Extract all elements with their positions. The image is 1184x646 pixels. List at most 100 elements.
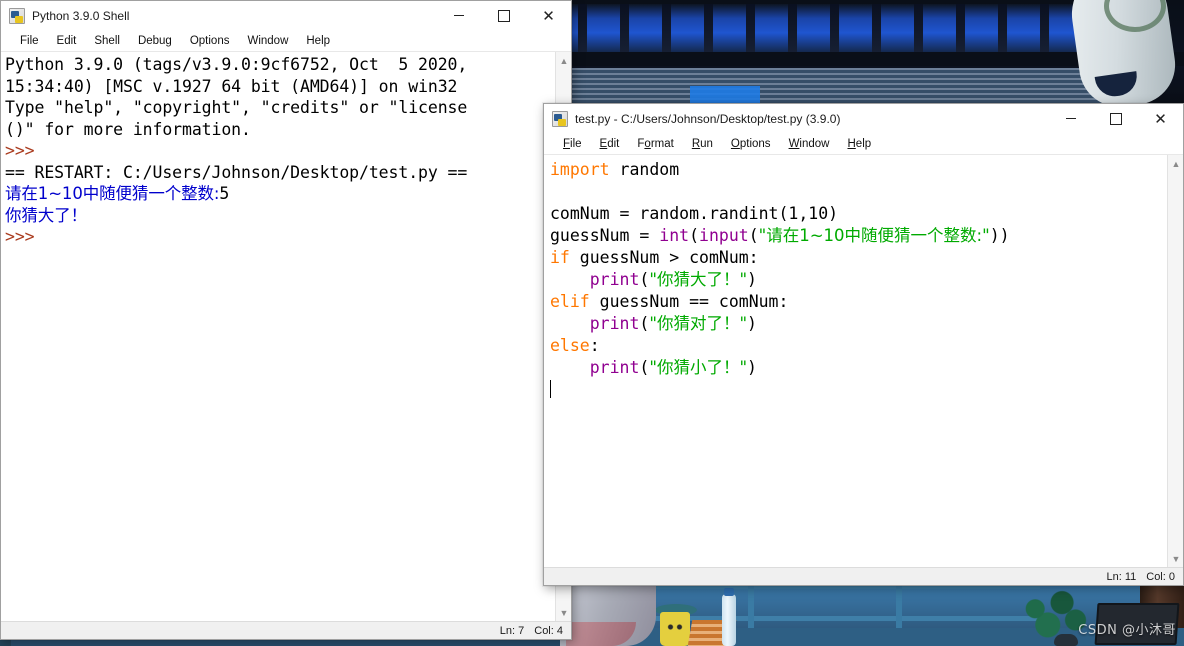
editor-titlebar[interactable]: test.py - C:/Users/Johnson/Desktop/test.… [544, 104, 1183, 134]
wallpaper-mullion [1040, 4, 1049, 52]
editor-menu-help[interactable]: Help [838, 134, 880, 154]
shell-text-segment: Type "help", "copyright", "credits" or "… [5, 98, 468, 117]
shell-text-segment: 5 [219, 184, 230, 203]
wallpaper-mullion [956, 4, 965, 52]
code-token: random [609, 160, 680, 179]
shell-status-col: Col: 4 [534, 624, 563, 637]
shell-line: Python 3.9.0 (tags/v3.9.0:9cf6752, Oct 5… [5, 54, 553, 76]
scroll-down-icon[interactable]: ▼ [556, 604, 571, 621]
code-token: ( [748, 226, 759, 245]
shell-line: >>> [5, 226, 553, 248]
shell-line: Type "help", "copyright", "credits" or "… [5, 97, 553, 119]
maximize-icon[interactable] [481, 1, 526, 31]
code-token: print [589, 314, 640, 333]
shell-menu-shell[interactable]: Shell [85, 31, 129, 51]
code-token: : [589, 336, 600, 355]
editor-window-controls: ✕ [1048, 104, 1183, 134]
wallpaper-mullion [914, 4, 923, 52]
editor-menu-format[interactable]: Format [628, 134, 682, 154]
code-token: guessNum = [550, 226, 660, 245]
shell-menubar[interactable]: File Edit Shell Debug Options Window Hel… [1, 31, 571, 51]
python-idle-icon [9, 7, 25, 24]
code-token: comNum = random.randint(1,10) [550, 204, 839, 223]
shell-menu-window[interactable]: Window [238, 31, 297, 51]
shell-text-segment: Python 3.9.0 (tags/v3.9.0:9cf6752, Oct 5… [5, 55, 468, 74]
code-token: ( [639, 270, 650, 289]
shell-text-segment: >>> [5, 141, 45, 160]
python-shell-window[interactable]: Python 3.9.0 Shell ✕ File Edit Shell Deb… [0, 0, 572, 640]
code-token: import [550, 160, 610, 179]
editor-line: guessNum = int(input("请在1~10中随便猜一个整数:")) [550, 225, 1165, 247]
wallpaper-mullion [830, 4, 839, 52]
editor-line: print("你猜对了！") [550, 313, 1165, 335]
wallpaper-cup-face [666, 622, 684, 632]
code-token: ( [639, 358, 650, 377]
wallpaper-mullion [704, 4, 713, 52]
shell-menu-help[interactable]: Help [297, 31, 339, 51]
screen: Python 3.9.0 Shell ✕ File Edit Shell Deb… [0, 0, 1184, 646]
shell-output-pane[interactable]: Python 3.9.0 (tags/v3.9.0:9cf6752, Oct 5… [1, 51, 571, 621]
shell-menu-file[interactable]: File [11, 31, 48, 51]
shell-titlebar[interactable]: Python 3.9.0 Shell ✕ [1, 1, 571, 31]
scroll-up-icon[interactable]: ▲ [556, 52, 571, 69]
code-token: guessNum > comNum: [569, 248, 759, 267]
editor-line: if guessNum > comNum: [550, 247, 1165, 269]
editor-status-line: Ln: 11 [1106, 570, 1137, 583]
code-token: ) [747, 358, 757, 377]
editor-window-title: test.py - C:/Users/Johnson/Desktop/test.… [575, 111, 841, 126]
code-token: if [550, 248, 570, 267]
editor-line [550, 379, 1165, 401]
close-icon[interactable]: ✕ [526, 1, 571, 31]
csdn-watermark: CSDN @小沐哥 [1078, 623, 1176, 638]
editor-line: print("你猜小了！") [550, 357, 1165, 379]
code-token: guessNum == comNum: [589, 292, 789, 311]
wallpaper-mouse [1054, 634, 1078, 646]
code-token: ) [747, 314, 757, 333]
code-token: "你猜对了！" [649, 314, 748, 333]
close-icon[interactable]: ✕ [1138, 104, 1183, 134]
text-caret [550, 380, 551, 398]
shell-menu-debug[interactable]: Debug [129, 31, 181, 51]
wallpaper-mullion [578, 4, 587, 52]
scroll-down-icon[interactable]: ▼ [1168, 550, 1183, 567]
editor-code-text: import random comNum = random.randint(1,… [550, 159, 1165, 401]
wallpaper-mullion [662, 4, 671, 52]
shell-line: ()" for more information. [5, 119, 553, 141]
editor-menu-edit[interactable]: Edit [591, 134, 629, 154]
minimize-icon[interactable] [1048, 104, 1093, 134]
shell-text-segment: ()" for more information. [5, 119, 251, 139]
editor-menu-file[interactable]: File [554, 134, 591, 154]
editor-line: comNum = random.randint(1,10) [550, 203, 1165, 225]
shell-line: == RESTART: C:/Users/Johnson/Desktop/tes… [5, 162, 553, 184]
shell-text-segment: 你猜大了！ [5, 205, 88, 225]
scroll-up-icon[interactable]: ▲ [1168, 155, 1183, 172]
shell-menu-edit[interactable]: Edit [48, 31, 86, 51]
shell-statusbar: Ln: 7 Col: 4 [1, 621, 571, 639]
editor-code-pane[interactable]: import random comNum = random.randint(1,… [544, 154, 1183, 567]
editor-vertical-scrollbar[interactable]: ▲ ▼ [1167, 155, 1183, 567]
code-token: ( [639, 314, 650, 333]
code-token: input [699, 226, 749, 245]
editor-line: elif guessNum == comNum: [550, 291, 1165, 313]
python-idle-icon [552, 110, 568, 127]
editor-menubar[interactable]: File Edit Format Run Options Window Help [544, 134, 1183, 154]
shell-menu-options[interactable]: Options [181, 31, 239, 51]
editor-menu-run[interactable]: Run [683, 134, 722, 154]
python-editor-window[interactable]: test.py - C:/Users/Johnson/Desktop/test.… [543, 103, 1184, 586]
shell-window-title: Python 3.9.0 Shell [32, 8, 130, 23]
editor-menu-window[interactable]: Window [780, 134, 839, 154]
minimize-icon[interactable] [436, 1, 481, 31]
wallpaper-mullion [620, 4, 629, 52]
shell-text-segment: == RESTART: C:/Users/Johnson/Desktop/tes… [5, 162, 468, 182]
shell-text-segment: 15:34:40) [MSC v.1927 64 bit (AMD64)] on… [5, 76, 458, 96]
wallpaper-mullion [998, 4, 1007, 52]
maximize-icon[interactable] [1093, 104, 1138, 134]
shell-window-controls: ✕ [436, 1, 571, 31]
editor-line: import random [550, 159, 1165, 181]
wallpaper-mullion [746, 4, 755, 52]
editor-menu-options[interactable]: Options [722, 134, 780, 154]
wallpaper-bottle [722, 594, 736, 646]
